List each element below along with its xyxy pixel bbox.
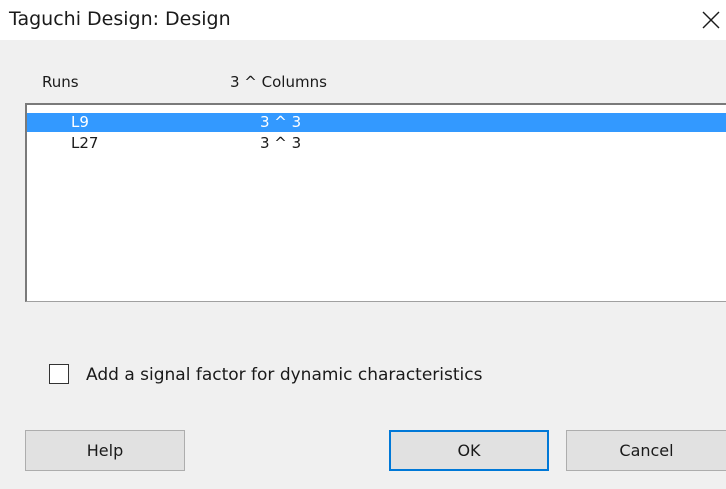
signal-factor-label[interactable]: Add a signal factor for dynamic characte… [86,365,482,385]
list-item-columns: 3 ^ 3 [260,134,302,152]
help-button[interactable]: Help [25,430,185,471]
list-item-runs: L27 [71,134,99,152]
list-item-runs: L9 [71,113,89,131]
runs-column-header: Runs [42,73,79,91]
cancel-button-label: Cancel [619,441,674,460]
title-bar: Taguchi Design: Design [0,0,726,40]
taguchi-design-dialog: Taguchi Design: Design Runs 3 ^ Columns … [0,0,726,489]
cancel-button[interactable]: Cancel [566,430,726,471]
ok-button-label: OK [457,441,481,460]
columns-column-header: 3 ^ Columns [230,73,327,91]
list-item-columns: 3 ^ 3 [260,113,302,131]
help-button-label: Help [86,441,124,460]
window-title: Taguchi Design: Design [9,8,231,30]
signal-factor-checkbox[interactable] [49,364,69,384]
design-listbox[interactable]: L9 3 ^ 3 L27 3 ^ 3 [25,103,726,302]
list-item[interactable]: L27 3 ^ 3 [27,134,726,153]
close-icon[interactable] [700,9,722,31]
list-item[interactable]: L9 3 ^ 3 [27,113,726,132]
ok-button[interactable]: OK [389,430,549,471]
